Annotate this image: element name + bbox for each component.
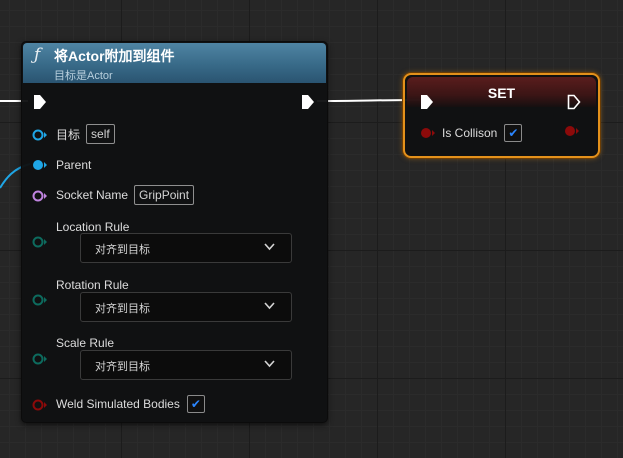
exec-in-pin-icon[interactable] xyxy=(33,94,47,110)
node-subtitle: 目标是Actor xyxy=(54,70,113,82)
target-label: 目标 xyxy=(56,127,81,142)
scale-rule-value: 对齐到目标 xyxy=(95,361,150,373)
weld-label: Weld Simulated Bodies xyxy=(56,397,180,411)
exec-out-pin-icon[interactable] xyxy=(301,94,315,110)
location-rule-label: Location Rule xyxy=(56,220,130,234)
set-exec-out-pin-icon[interactable] xyxy=(567,94,581,110)
is-collison-row: Is Collison ✔ xyxy=(442,123,523,143)
function-icon: ƒ xyxy=(34,45,41,65)
is-collison-out-pin-icon[interactable] xyxy=(564,124,580,138)
weld-row: Weld Simulated Bodies ✔ xyxy=(56,394,205,414)
rotation-rule-value: 对齐到目标 xyxy=(95,303,150,315)
location-rule-dropdown[interactable]: 对齐到目标 xyxy=(80,233,292,263)
set-variable-node[interactable]: SET Is Collison ✔ xyxy=(403,73,600,158)
target-row: 目标 self xyxy=(56,124,115,144)
target-pin-icon[interactable] xyxy=(32,128,48,142)
rotation-rule-pin-icon[interactable] xyxy=(32,293,48,307)
scale-rule-pin-icon[interactable] xyxy=(32,352,48,366)
chevron-down-icon xyxy=(264,302,275,310)
is-collison-checkbox[interactable]: ✔ xyxy=(504,124,523,142)
node-title: 将Actor附加到组件 xyxy=(54,48,175,64)
chevron-down-icon xyxy=(264,360,275,368)
weld-pin-icon[interactable] xyxy=(32,398,48,412)
scale-rule-label: Scale Rule xyxy=(56,336,115,350)
socket-name-value[interactable]: GripPoint xyxy=(134,185,195,205)
rotation-rule-dropdown[interactable]: 对齐到目标 xyxy=(80,292,292,322)
socket-name-label: Socket Name xyxy=(56,188,129,202)
target-value[interactable]: self xyxy=(86,124,115,144)
is-collison-label: Is Collison xyxy=(442,126,498,140)
node-header[interactable]: ƒ 将Actor附加到组件 目标是Actor xyxy=(23,43,326,83)
location-rule-pin-icon[interactable] xyxy=(32,235,48,249)
parent-label: Parent xyxy=(56,158,92,172)
location-rule-value: 对齐到目标 xyxy=(95,244,150,256)
weld-checkbox[interactable]: ✔ xyxy=(186,395,205,413)
parent-row: Parent xyxy=(56,155,91,175)
parent-pin-icon[interactable] xyxy=(32,158,48,172)
set-exec-in-pin-icon[interactable] xyxy=(420,94,434,110)
attach-actor-to-component-node[interactable]: ƒ 将Actor附加到组件 目标是Actor 目标 self Parent So… xyxy=(21,41,328,423)
socket-name-pin-icon[interactable] xyxy=(32,189,48,203)
scale-rule-dropdown[interactable]: 对齐到目标 xyxy=(80,350,292,380)
socket-name-row: Socket Name GripPoint xyxy=(56,185,195,205)
chevron-down-icon xyxy=(264,243,275,251)
rotation-rule-label: Rotation Rule xyxy=(56,278,129,292)
is-collison-in-pin-icon[interactable] xyxy=(420,126,436,140)
